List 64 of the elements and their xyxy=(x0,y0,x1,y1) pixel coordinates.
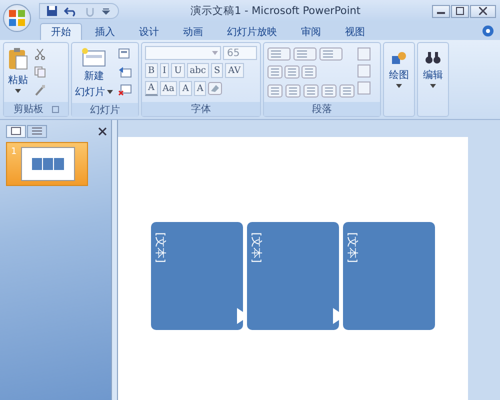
copy-icon[interactable] xyxy=(34,66,46,78)
brush-icon[interactable] xyxy=(34,84,46,96)
undo-icon[interactable] xyxy=(64,5,78,17)
box-text: [文本] xyxy=(152,232,168,263)
format-button[interactable]: U xyxy=(171,63,185,78)
format-button[interactable]: abc xyxy=(186,63,209,78)
font-button[interactable]: Aa xyxy=(160,81,178,96)
logo-icon xyxy=(7,8,27,28)
help-icon[interactable] xyxy=(482,25,494,37)
ribbon-tab[interactable]: 审阅 xyxy=(290,23,332,40)
caret-icon xyxy=(396,84,402,88)
format-button[interactable]: AV xyxy=(225,63,244,78)
binoculars-icon xyxy=(425,50,441,66)
shapes-icon xyxy=(391,50,407,66)
format-button[interactable]: I xyxy=(160,63,170,78)
customize-icon[interactable] xyxy=(102,7,110,15)
close-icon xyxy=(479,7,487,15)
launcher-icon[interactable] xyxy=(52,106,58,112)
ribbon-tab[interactable]: 插入 xyxy=(84,23,126,40)
drawing-button[interactable]: 绘图 xyxy=(388,49,410,89)
group-label: 字体 xyxy=(191,102,211,116)
paste-button[interactable]: 粘贴 xyxy=(6,46,30,94)
layout-icon[interactable] xyxy=(118,48,132,60)
minimize-button[interactable] xyxy=(432,4,450,18)
save-icon[interactable] xyxy=(46,5,58,17)
box-text: [文本] xyxy=(248,232,264,263)
font-button[interactable]: A xyxy=(194,81,206,96)
clipboard-icon xyxy=(7,47,29,71)
slides-tab[interactable] xyxy=(6,124,26,138)
font-name-field[interactable] xyxy=(145,46,221,60)
group-label: 幻灯片 xyxy=(90,104,120,117)
box-text: [文本] xyxy=(344,232,360,263)
ribbon-tab[interactable]: 视图 xyxy=(334,23,376,40)
outline-tab[interactable] xyxy=(27,124,47,138)
process-box[interactable]: [文本] xyxy=(343,222,435,330)
ribbon-tab[interactable]: 幻灯片放映 xyxy=(216,23,288,40)
ribbon-tab[interactable]: 动画 xyxy=(172,23,214,40)
maximize-button[interactable] xyxy=(451,4,469,18)
maximize-icon xyxy=(456,7,464,15)
slide-icon xyxy=(11,127,21,135)
slide-icon xyxy=(81,47,107,67)
ribbon-tab[interactable]: 开始 xyxy=(40,23,82,40)
clear-format-icon[interactable] xyxy=(208,82,222,95)
close-icon[interactable] xyxy=(98,126,108,136)
caret-icon xyxy=(15,89,21,93)
font-button[interactable]: A xyxy=(179,81,192,96)
reset-icon[interactable] xyxy=(118,66,132,78)
close-button[interactable] xyxy=(470,4,496,18)
caret-icon xyxy=(107,90,113,94)
outline-icon xyxy=(32,127,42,135)
caret-icon xyxy=(430,84,436,88)
format-button[interactable]: B xyxy=(145,63,158,78)
font-button[interactable]: A xyxy=(145,81,158,96)
group-label: 剪贴板 xyxy=(14,102,44,116)
editing-button[interactable]: 编辑 xyxy=(422,49,444,89)
delete-slide-icon[interactable] xyxy=(118,84,132,96)
ribbon-tab[interactable]: 设计 xyxy=(128,23,170,40)
group-label: 段落 xyxy=(312,102,332,116)
new-slide-button[interactable]: 新建 幻灯片 xyxy=(74,46,114,100)
window-title: 演示文稿1 - Microsoft PowerPoint xyxy=(189,4,362,18)
scissors-icon[interactable] xyxy=(34,48,46,60)
office-button[interactable] xyxy=(3,4,31,32)
caret-icon xyxy=(212,51,218,55)
format-button[interactable]: S xyxy=(210,63,224,78)
